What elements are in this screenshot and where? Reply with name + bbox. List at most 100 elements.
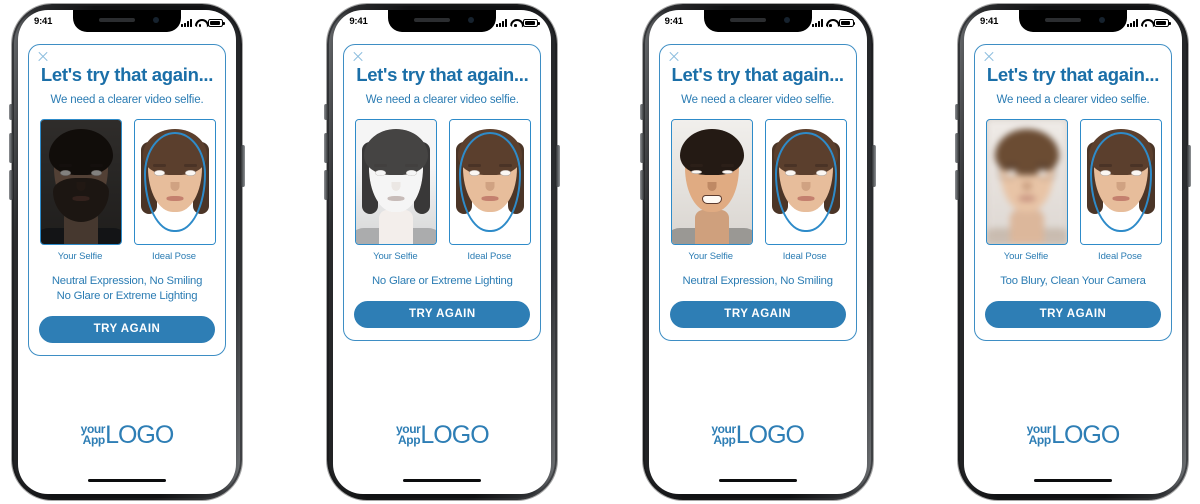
front-camera-icon bbox=[468, 17, 475, 23]
page-subtitle: We need a clearer video selfie. bbox=[50, 94, 204, 107]
close-x-icon[interactable] bbox=[37, 50, 49, 62]
mute-switch[interactable] bbox=[954, 104, 959, 120]
your-selfie-thumbnail bbox=[355, 119, 438, 246]
page-title: Let's try that again... bbox=[356, 64, 529, 85]
power-button[interactable] bbox=[871, 145, 876, 187]
logo-word: LOGO bbox=[735, 421, 805, 449]
retry-card: Let's try that again... We need a cleare… bbox=[28, 44, 226, 357]
your-selfie-block: Your Selfie bbox=[355, 119, 438, 263]
status-time: 9:41 bbox=[349, 16, 368, 27]
cellular-signal-icon bbox=[811, 19, 823, 27]
home-indicator[interactable] bbox=[1033, 478, 1112, 482]
volume-up-button[interactable] bbox=[9, 133, 13, 163]
wifi-icon bbox=[1141, 19, 1151, 27]
close-x-icon[interactable] bbox=[668, 50, 680, 62]
selfie-portrait-image bbox=[356, 120, 437, 245]
phone-1: 9:41 Let's try that again... We need a c… bbox=[0, 0, 254, 504]
app-logo: your App LOGO bbox=[333, 423, 551, 448]
volume-up-button[interactable] bbox=[639, 133, 644, 163]
mute-switch[interactable] bbox=[9, 104, 13, 120]
notch bbox=[388, 10, 497, 32]
logo-line-app: App bbox=[398, 433, 421, 447]
earpiece-speaker-icon bbox=[414, 18, 451, 22]
wifi-icon bbox=[195, 19, 205, 27]
phone-screen: 9:41 Let's try that again... We need a c… bbox=[18, 10, 236, 494]
battery-icon bbox=[1153, 19, 1171, 27]
ideal-pose-thumbnail bbox=[1079, 119, 1162, 246]
power-button[interactable] bbox=[1186, 145, 1191, 187]
battery-icon bbox=[523, 19, 540, 27]
try-again-button[interactable]: TRY AGAIN bbox=[984, 301, 1161, 329]
status-icons bbox=[181, 17, 225, 27]
ideal-pose-block: Ideal Pose bbox=[134, 119, 216, 262]
app-logo: your App LOGO bbox=[649, 423, 867, 448]
your-selfie-block: Your Selfie bbox=[670, 119, 753, 263]
power-button[interactable] bbox=[241, 145, 245, 187]
ideal-pose-portrait-image bbox=[1080, 120, 1161, 245]
earpiece-speaker-icon bbox=[729, 18, 766, 22]
close-x-icon[interactable] bbox=[983, 50, 995, 62]
page-title: Let's try that again... bbox=[671, 64, 845, 85]
home-indicator[interactable] bbox=[403, 478, 482, 482]
ideal-pose-thumbnail bbox=[449, 119, 532, 246]
volume-down-button[interactable] bbox=[9, 170, 13, 200]
earpiece-speaker-icon bbox=[1044, 18, 1081, 22]
app-logo: your App LOGO bbox=[18, 423, 236, 448]
rejection-reasons: Neutral Expression, No Smiling No Glare … bbox=[39, 274, 215, 304]
notch bbox=[703, 10, 812, 32]
your-selfie-block: Your Selfie bbox=[40, 119, 122, 262]
rejection-reasons: Too Blury, Clean Your Camera bbox=[985, 274, 1161, 289]
ideal-pose-portrait-image bbox=[765, 120, 846, 245]
reason-line: No Glare or Extreme Lighting bbox=[56, 290, 198, 303]
your-selfie-block: Your Selfie bbox=[985, 119, 1068, 262]
mute-switch[interactable] bbox=[639, 104, 644, 120]
reason-line: Too Blury, Clean Your Camera bbox=[1000, 275, 1146, 288]
home-indicator[interactable] bbox=[88, 478, 166, 482]
status-bar: 9:41 bbox=[333, 10, 551, 38]
ideal-pose-block: Ideal Pose bbox=[764, 119, 847, 262]
wifi-icon bbox=[826, 19, 836, 27]
volume-up-button[interactable] bbox=[324, 133, 329, 163]
status-time: 9:41 bbox=[664, 16, 683, 27]
power-button[interactable] bbox=[556, 145, 561, 187]
ideal-pose-thumbnail bbox=[764, 119, 847, 246]
rejection-reasons: No Glare or Extreme Lighting bbox=[354, 274, 530, 289]
ideal-pose-block: Ideal Pose bbox=[1079, 119, 1162, 263]
volume-down-button[interactable] bbox=[324, 170, 329, 200]
retry-card: Let's try that again... We need a cleare… bbox=[343, 44, 542, 342]
logo-line-app: App bbox=[713, 433, 736, 447]
phone-screen: 9:41 Let's try that again... We need a c… bbox=[963, 10, 1182, 494]
close-x-icon[interactable] bbox=[352, 50, 364, 62]
wifi-icon bbox=[510, 19, 520, 27]
page-subtitle: We need a clearer video selfie. bbox=[681, 94, 835, 107]
retry-card: Let's try that again... We need a cleare… bbox=[973, 44, 1172, 342]
logo-stacked-text: your App bbox=[396, 424, 421, 447]
logo-word: LOGO bbox=[105, 421, 174, 449]
your-selfie-label: Your Selfie bbox=[688, 251, 733, 263]
home-indicator[interactable] bbox=[718, 478, 797, 482]
try-again-button[interactable]: TRY AGAIN bbox=[669, 301, 846, 329]
volume-down-button[interactable] bbox=[639, 170, 644, 200]
ideal-pose-label: Ideal Pose bbox=[1098, 251, 1142, 263]
volume-down-button[interactable] bbox=[954, 170, 959, 200]
notch bbox=[73, 10, 181, 32]
page-title: Let's try that again... bbox=[40, 64, 214, 85]
phone-2: 9:41 Let's try that again... We need a c… bbox=[315, 0, 569, 504]
logo-stacked-text: your App bbox=[81, 424, 106, 447]
ideal-pose-label: Ideal Pose bbox=[467, 251, 512, 263]
logo-line-app: App bbox=[82, 433, 106, 447]
reason-line: No Glare or Extreme Lighting bbox=[371, 275, 513, 288]
logo-stacked-text: your App bbox=[711, 424, 736, 447]
selfie-portrait-image bbox=[41, 120, 121, 245]
comparison-thumbnails: Your Selfie Ideal Pose bbox=[670, 119, 847, 263]
your-selfie-thumbnail bbox=[40, 119, 122, 246]
your-selfie-label: Your Selfie bbox=[373, 251, 418, 263]
cellular-signal-icon bbox=[181, 19, 192, 27]
try-again-button[interactable]: TRY AGAIN bbox=[354, 301, 531, 329]
try-again-button[interactable]: TRY AGAIN bbox=[39, 316, 215, 344]
volume-up-button[interactable] bbox=[954, 133, 959, 163]
phone-3: 9:41 Let's try that again... We need a c… bbox=[631, 0, 885, 504]
notch bbox=[1018, 10, 1127, 32]
battery-icon bbox=[838, 19, 856, 27]
mute-switch[interactable] bbox=[324, 104, 329, 120]
